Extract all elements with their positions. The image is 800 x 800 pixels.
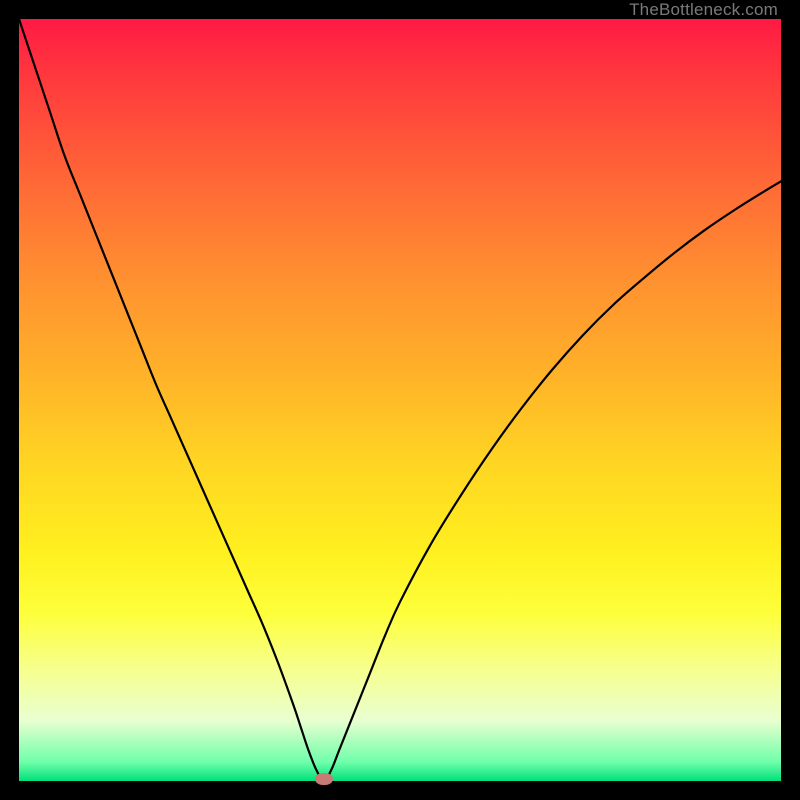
optimal-point-marker	[315, 773, 333, 785]
plot-area	[19, 19, 781, 781]
bottleneck-curve	[19, 19, 781, 781]
watermark-text: TheBottleneck.com	[629, 0, 778, 20]
chart-frame: TheBottleneck.com	[0, 0, 800, 800]
